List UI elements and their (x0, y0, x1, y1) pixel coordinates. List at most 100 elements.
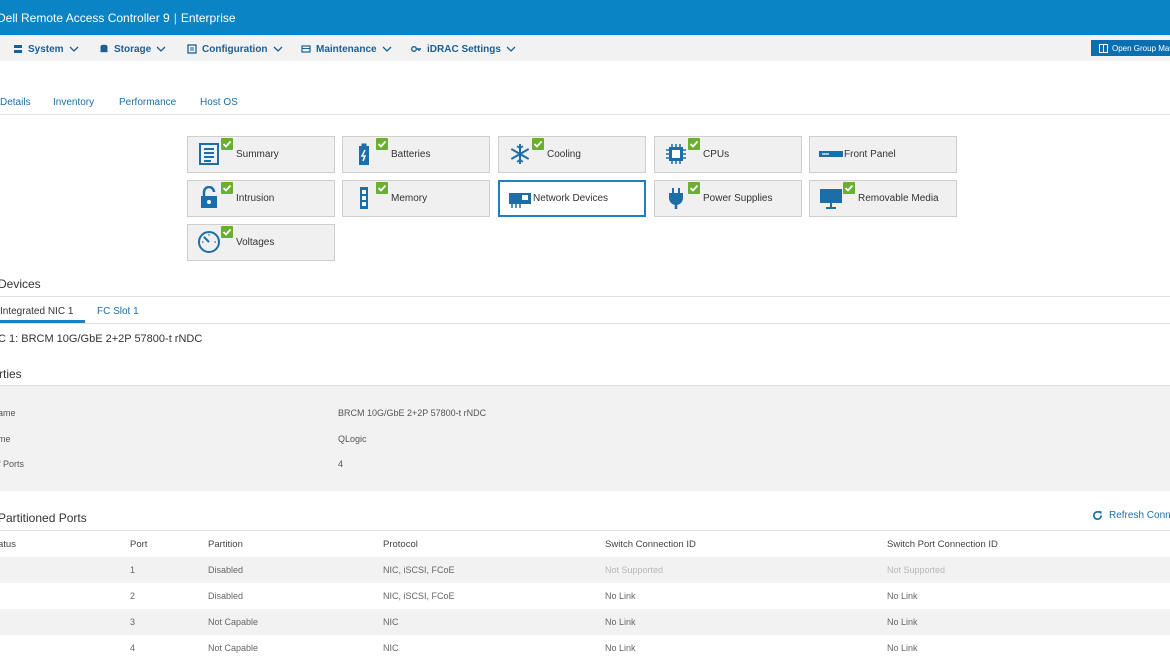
cell-port: 2 (130, 591, 136, 601)
open-group-manager-label: Open Group Man (1112, 43, 1170, 53)
tab-performance[interactable]: Performance (119, 97, 176, 108)
plug-icon (669, 188, 683, 209)
cell-protocol: NIC (383, 617, 399, 627)
menu-bar (0, 35, 1170, 61)
status-ok-icon (532, 138, 544, 150)
chevron-down-icon (506, 46, 516, 52)
tab-host-os[interactable]: Host OS (200, 97, 238, 108)
key-icon (411, 46, 421, 52)
refresh-connection-label: Refresh Conn (1109, 510, 1170, 521)
lock-icon (201, 186, 217, 208)
partitioned-ports-heading: Partitioned Ports (0, 511, 87, 525)
server-icon (14, 45, 22, 53)
list-icon (199, 143, 219, 165)
open-group-manager-button[interactable]: Open Group Man (1091, 40, 1170, 56)
maintenance-icon (301, 45, 311, 53)
tile-voltages[interactable]: Voltages (187, 224, 335, 261)
prop-value: QLogic (338, 434, 367, 444)
menu-idrac-settings-label: iDRAC Settings (427, 43, 501, 55)
col-switch-port-connection-id[interactable]: Switch Port Connection ID (887, 539, 998, 550)
status-ok-icon (376, 182, 388, 194)
tile-removable-media[interactable]: Removable Media (809, 180, 957, 217)
menu-system[interactable]: System (13, 41, 79, 57)
status-ok-icon (221, 138, 233, 150)
battery-icon (359, 143, 369, 165)
col-protocol[interactable]: Protocol (383, 539, 418, 550)
tab-fc-slot-1[interactable]: FC Slot 1 (97, 306, 139, 317)
tile-cpus-label: CPUs (703, 149, 730, 160)
tile-network-devices[interactable]: Network Devices (498, 180, 646, 217)
devices-heading: Devices (0, 277, 41, 291)
cell-switch-port-connection-id: No Link (887, 591, 918, 601)
col-switch-connection-id[interactable]: Switch Connection ID (605, 539, 696, 550)
tab-details[interactable]: Details (0, 97, 31, 108)
cell-partition: Disabled (208, 591, 244, 601)
tile-intrusion[interactable]: Intrusion (187, 180, 335, 217)
tab-inventory[interactable]: Inventory (53, 97, 94, 108)
table-row: 3 Not Capable NIC No Link No Link (0, 609, 1170, 635)
col-port[interactable]: Port (130, 539, 147, 550)
cell-port: 1 (130, 565, 136, 575)
chevron-down-icon (156, 46, 166, 52)
menu-configuration[interactable]: Configuration (187, 41, 283, 57)
tile-summary[interactable]: Summary (187, 136, 335, 173)
refresh-connection-button[interactable]: Refresh Conn (1092, 510, 1170, 521)
cell-protocol: NIC, iSCSI, FCoE (383, 591, 455, 601)
prop-key: f Ports (0, 459, 25, 469)
app-title: Dell Remote Access Controller 9 | Enterpri… (0, 11, 236, 25)
tile-memory[interactable]: Memory (342, 180, 490, 217)
menu-idrac-settings[interactable]: iDRAC Settings (411, 41, 516, 57)
cell-protocol: NIC, iSCSI, FCoE (383, 565, 455, 575)
status-ok-icon (376, 138, 388, 150)
database-icon (100, 44, 108, 53)
tabs-divider (0, 114, 1170, 115)
devices-divider (0, 296, 1170, 297)
ports-divider (0, 530, 1170, 531)
tile-summary-label: Summary (236, 149, 279, 160)
menu-configuration-label: Configuration (202, 43, 268, 55)
properties-panel (0, 386, 1170, 491)
cell-partition: Disabled (208, 565, 244, 575)
cell-switch-connection-id: No Link (605, 591, 636, 601)
cell-port: 4 (130, 643, 136, 653)
app-name: Dell Remote Access Controller 9 (0, 11, 170, 25)
tile-intrusion-label: Intrusion (236, 193, 275, 204)
network-card-icon (509, 193, 531, 208)
tile-cpus[interactable]: CPUs (654, 136, 802, 173)
prop-key: me (0, 434, 11, 444)
monitor-icon (820, 189, 842, 209)
tile-batteries[interactable]: Batteries (342, 136, 490, 173)
chevron-down-icon (273, 46, 283, 52)
tile-voltages-label: Voltages (236, 237, 275, 248)
tile-batteries-label: Batteries (391, 149, 431, 160)
refresh-icon (1093, 510, 1102, 520)
cell-switch-connection-id: Not Supported (605, 565, 664, 575)
cell-switch-connection-id: No Link (605, 617, 636, 627)
app-edition: Enterprise (180, 11, 236, 25)
table-row: 1 Disabled NIC, iSCSI, FCoE Not Supporte… (0, 557, 1170, 583)
tile-cooling-label: Cooling (547, 149, 581, 160)
cell-switch-port-connection-id: No Link (887, 643, 918, 653)
col-partition[interactable]: Partition (208, 539, 243, 550)
properties-header (0, 361, 1170, 386)
chevron-down-icon (69, 46, 79, 52)
config-icon (187, 44, 197, 54)
table-row: 2 Disabled NIC, iSCSI, FCoE No Link No L… (0, 583, 1170, 609)
status-ok-icon (843, 182, 855, 194)
title-separator: | (173, 11, 177, 25)
col-status[interactable]: atus (0, 539, 16, 550)
status-ok-icon (221, 226, 233, 238)
menu-storage[interactable]: Storage (99, 41, 166, 57)
cell-switch-port-connection-id: No Link (887, 617, 918, 627)
cell-switch-connection-id: No Link (605, 643, 636, 653)
tile-power-supplies[interactable]: Power Supplies (654, 180, 802, 217)
menu-maintenance[interactable]: Maintenance (301, 41, 392, 57)
tab-integrated-nic-1[interactable]: Integrated NIC 1 (0, 303, 85, 323)
front-panel-icon (819, 151, 843, 157)
snowflake-icon (510, 144, 530, 164)
tile-cooling[interactable]: Cooling (498, 136, 646, 173)
prop-value: 4 (338, 459, 344, 469)
tile-memory-label: Memory (391, 193, 428, 204)
properties-heading: rties (0, 367, 22, 381)
tile-front-panel[interactable]: Front Panel (809, 136, 957, 173)
